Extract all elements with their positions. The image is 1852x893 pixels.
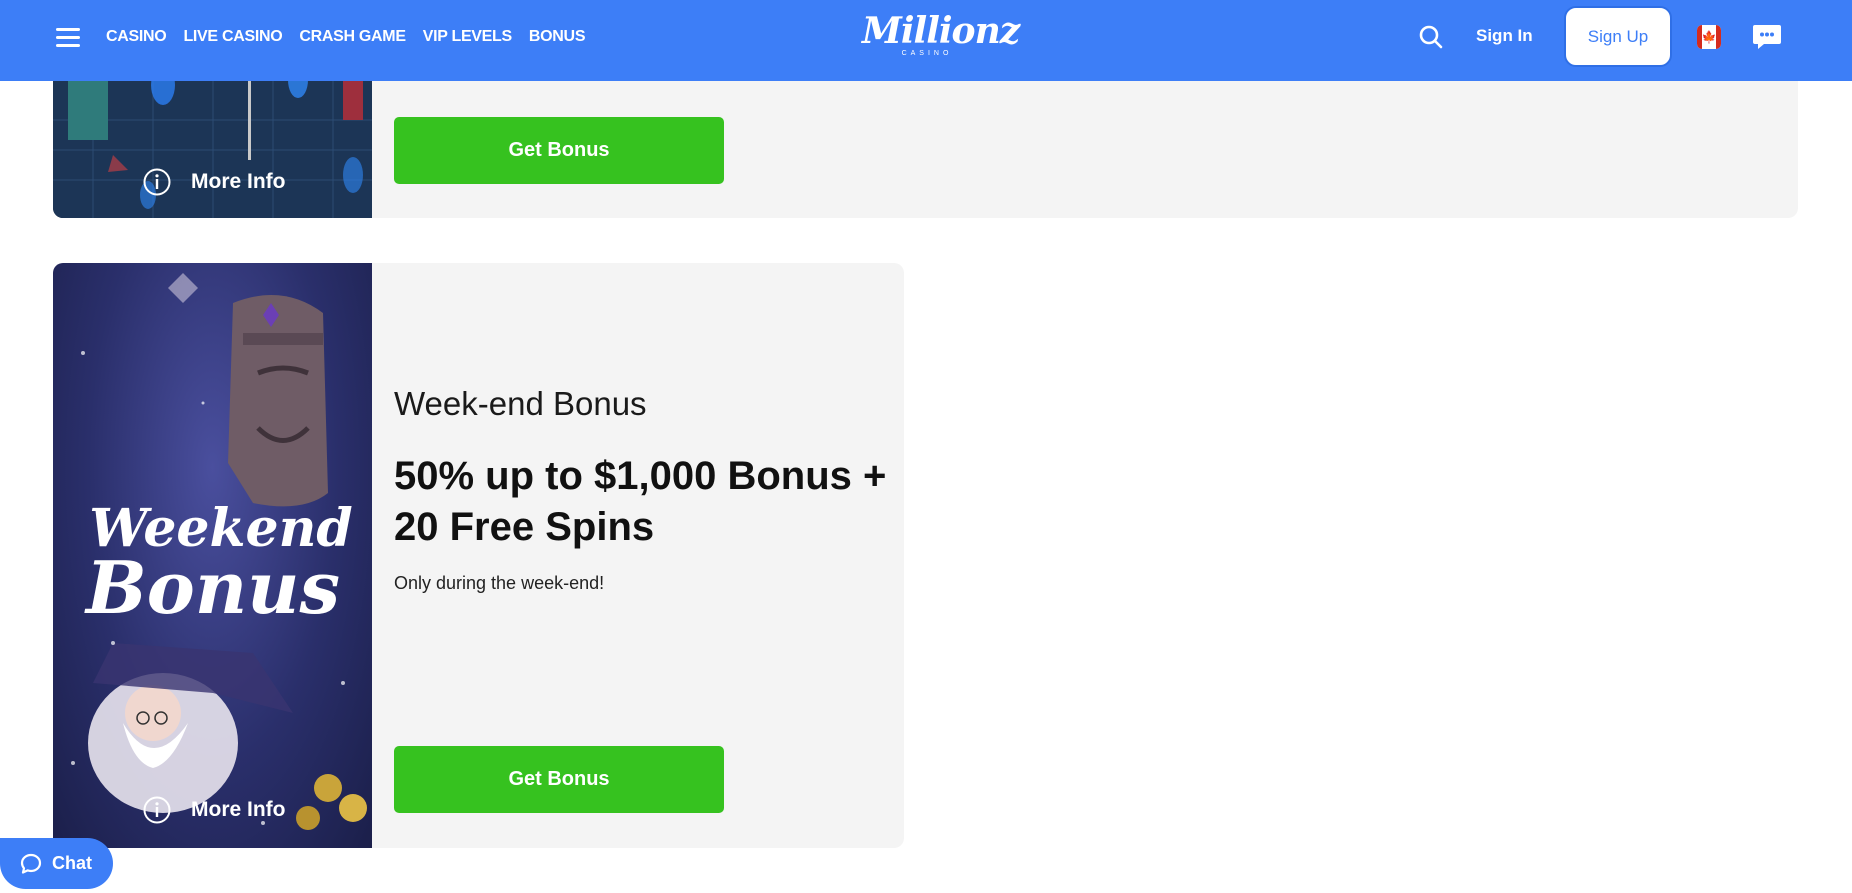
hamburger-menu-icon[interactable] xyxy=(56,28,80,48)
chat-label: Chat xyxy=(52,853,92,873)
nav-item-bonus[interactable]: BONUS xyxy=(529,28,586,46)
bonus-title: Week-end Bonus xyxy=(394,385,647,422)
nav-item-crash-game[interactable]: CRASH GAME xyxy=(299,28,406,46)
logo-subtext: CASINO xyxy=(901,50,953,57)
logo-text: Millionz xyxy=(862,10,1020,52)
image-text-bonus: Bonus xyxy=(84,545,340,630)
get-bonus-button[interactable]: Get Bonus xyxy=(394,746,724,813)
bonus-headline: 50% up to $1,000 Bonus + 20 Free Spins xyxy=(394,454,887,549)
bonus-description: Only during the week-end! xyxy=(394,573,605,593)
main-nav: CASINO LIVE CASINO CRASH GAME VIP LEVELS… xyxy=(106,28,586,46)
search-icon[interactable] xyxy=(1418,24,1444,50)
bonus-card-2: Weekend Bonus More Info Week-end Bonus 5… xyxy=(53,263,904,848)
chat-button[interactable]: Chat xyxy=(0,838,113,889)
sign-in-link[interactable]: Sign In xyxy=(1476,26,1533,46)
site-header: CASINO LIVE CASINO CRASH GAME VIP LEVELS… xyxy=(0,0,1852,81)
more-info-label: More Info xyxy=(191,170,286,193)
bonus-card-2-image: Weekend Bonus More Info xyxy=(53,263,372,848)
more-info-button[interactable]: More Info xyxy=(143,168,286,196)
info-icon xyxy=(143,796,171,824)
more-info-button[interactable]: More Info xyxy=(143,796,286,824)
sign-up-button[interactable]: Sign Up xyxy=(1564,6,1672,67)
nav-item-casino[interactable]: CASINO xyxy=(106,28,167,46)
info-icon xyxy=(143,168,171,196)
chat-bubble-icon xyxy=(20,853,42,874)
nav-item-vip-levels[interactable]: VIP LEVELS xyxy=(423,28,512,46)
more-info-label: More Info xyxy=(191,798,286,821)
get-bonus-button[interactable]: Get Bonus xyxy=(394,117,724,184)
site-logo[interactable]: Millionz CASINO xyxy=(862,10,1020,62)
weekend-bonus-illustration: Weekend Bonus xyxy=(71,273,367,830)
nav-item-live-casino[interactable]: LIVE CASINO xyxy=(183,28,282,46)
chat-message-icon[interactable] xyxy=(1752,23,1782,51)
canada-flag-icon[interactable]: 🍁 xyxy=(1697,25,1721,49)
